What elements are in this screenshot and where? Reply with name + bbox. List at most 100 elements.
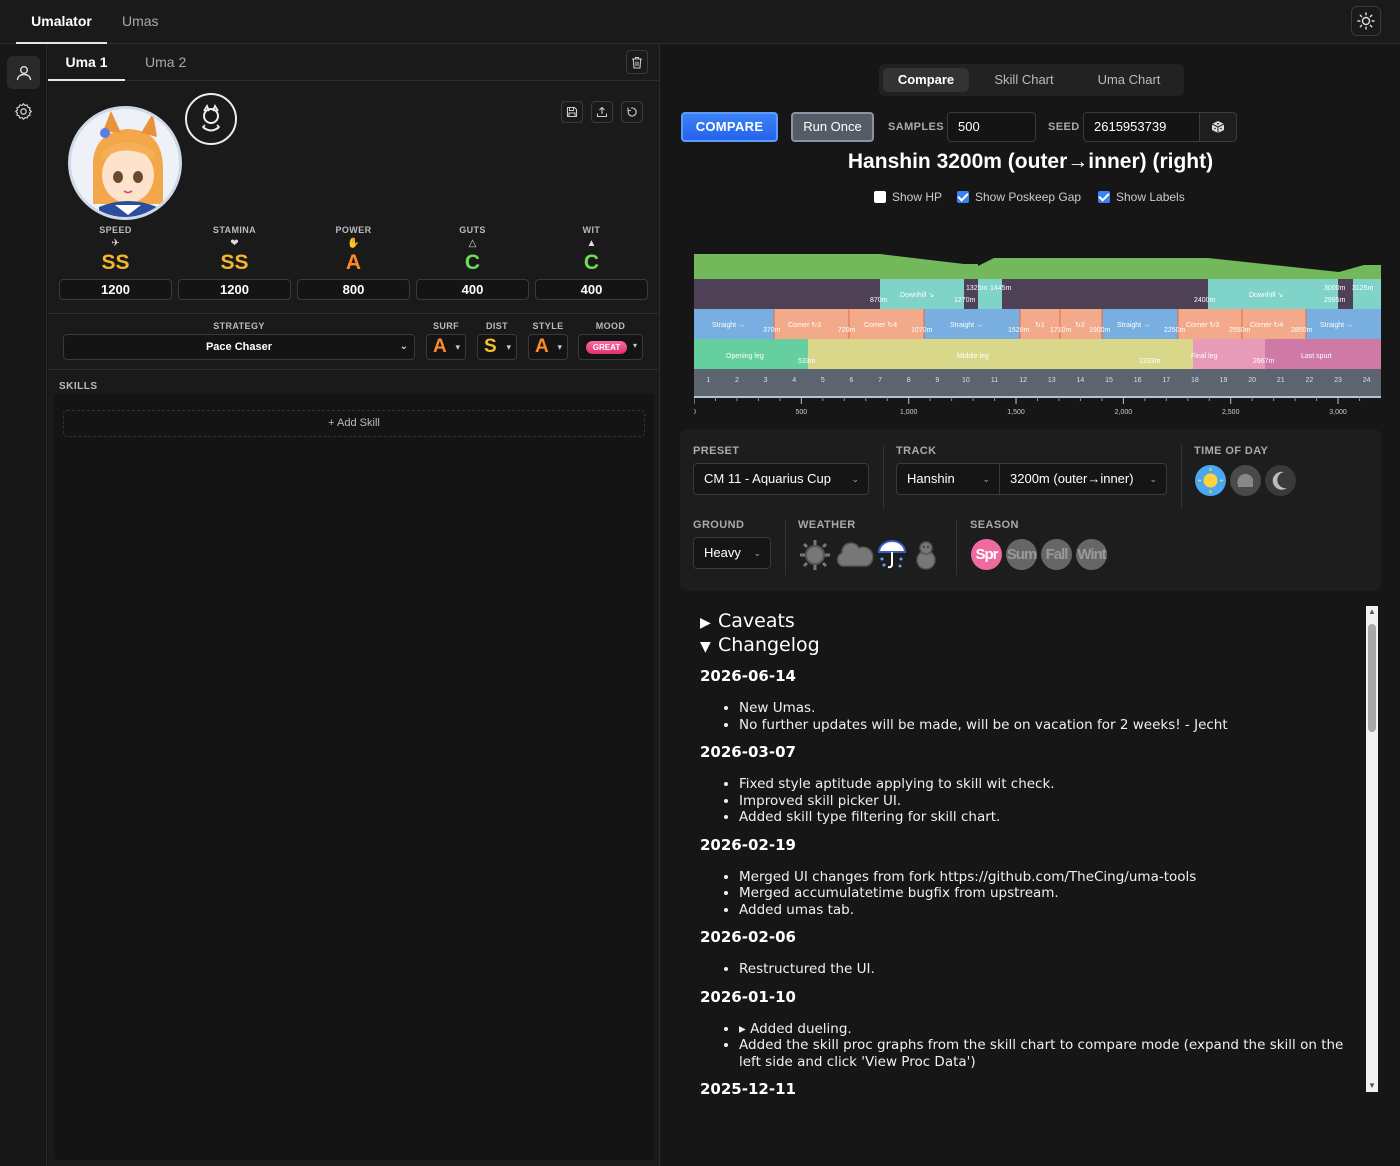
strategy-select[interactable]: Pace Chaser ⌄ <box>63 334 415 360</box>
cloud-icon <box>836 542 874 567</box>
tab-uma-chart[interactable]: Uma Chart <box>1081 68 1177 92</box>
changelog-date: 2026-02-19 <box>700 835 796 854</box>
course-label: 2550m <box>1229 327 1251 334</box>
scroll-down-icon[interactable]: ▼ <box>1366 1080 1378 1092</box>
surface-aptitude-select[interactable]: A ▾ <box>426 334 466 360</box>
power-input[interactable]: 800 <box>297 279 410 300</box>
surface-label: SURF <box>432 321 460 331</box>
wit-input[interactable]: 400 <box>535 279 648 300</box>
section-label: 10 <box>962 377 970 384</box>
checkbox-unchecked[interactable] <box>874 191 886 203</box>
stat-guts: GUTS △ C 400 <box>416 225 529 305</box>
side-rail <box>0 44 47 1166</box>
save-uma-button[interactable] <box>561 101 583 123</box>
changelog-item: Merged UI changes from fork https://gith… <box>739 869 1350 886</box>
time-night-button[interactable] <box>1265 465 1296 496</box>
section-label: 7 <box>878 377 882 384</box>
tab-umas[interactable]: Umas <box>122 0 159 44</box>
changelog-entry: 2026-02-06 Restructured the UI. <box>700 928 1350 978</box>
season-winter-button[interactable]: Wint <box>1076 539 1107 570</box>
time-day-button[interactable] <box>1195 465 1226 496</box>
run-once-button[interactable]: Run Once <box>791 112 874 142</box>
stamina-input[interactable]: 1200 <box>178 279 291 300</box>
chevron-down-icon: ⌄ <box>982 474 990 484</box>
caveats-summary[interactable]: ▶ Caveats <box>700 609 1350 633</box>
checkbox-checked[interactable] <box>1098 191 1110 203</box>
changelog-summary[interactable]: ▼ Changelog <box>700 633 1350 657</box>
randomize-seed-button[interactable] <box>1199 112 1237 142</box>
guts-input[interactable]: 400 <box>416 279 529 300</box>
course-select[interactable]: Hanshin ⌄ <box>896 463 1000 495</box>
show-labels-checkbox[interactable]: Show Labels <box>1098 190 1185 204</box>
time-evening-button[interactable] <box>1230 465 1261 496</box>
stat-grade: C <box>464 251 481 274</box>
season-summer-button[interactable]: Sum <box>1006 539 1037 570</box>
course-label: Corner ↻4 <box>1250 322 1283 329</box>
reset-uma-button[interactable] <box>621 101 643 123</box>
speed-input[interactable]: 1200 <box>59 279 172 300</box>
weather-cloudy-button[interactable] <box>834 539 874 571</box>
delete-uma-button[interactable] <box>626 50 648 74</box>
tab-compare[interactable]: Compare <box>883 68 969 92</box>
mood-select[interactable]: GREAT ▾ <box>578 334 643 360</box>
slope-label: 3000m <box>1324 285 1346 292</box>
save-icon <box>566 106 578 118</box>
weather-rainy-button[interactable] <box>876 537 908 571</box>
caret-right-icon: ▶ <box>700 615 711 631</box>
ground-select[interactable]: Heavy ⌄ <box>693 537 771 569</box>
compare-button[interactable]: COMPARE <box>681 112 778 142</box>
scrollbar-thumb[interactable] <box>1368 624 1376 732</box>
show-hp-checkbox[interactable]: Show HP <box>874 190 942 204</box>
add-skill-button[interactable]: + Add Skill <box>63 410 645 437</box>
style-aptitude-select[interactable]: A ▾ <box>528 334 568 360</box>
distance-label: DIST <box>485 321 509 331</box>
scroll-up-icon[interactable]: ▲ <box>1366 606 1378 618</box>
slope-label: 3125m <box>1352 285 1374 292</box>
section-label: 3 <box>764 377 768 384</box>
flame-icon: △ <box>468 238 477 249</box>
changelog-item: New Umas. <box>739 700 1350 717</box>
distance-aptitude-select[interactable]: S ▾ <box>477 334 517 360</box>
changelog-date: 2025-12-11 <box>700 1080 796 1094</box>
uma-portrait[interactable] <box>68 106 182 220</box>
course-label: 2250m <box>1164 327 1186 334</box>
stat-grade: SS <box>220 251 249 274</box>
distance-select[interactable]: 3200m (outer→inner) ⌄ <box>999 463 1167 495</box>
tab-uma-1[interactable]: Uma 1 <box>48 44 125 81</box>
seed-input[interactable]: 2615953739 <box>1083 112 1200 142</box>
tab-uma-2[interactable]: Uma 2 <box>145 44 186 81</box>
weather-snowy-button[interactable] <box>910 539 942 571</box>
section-label: 12 <box>1019 377 1027 384</box>
samples-input[interactable]: 500 <box>947 112 1036 142</box>
uma-select-button[interactable] <box>185 93 237 145</box>
axis-tick-label: 0 <box>694 409 696 416</box>
preset-select[interactable]: CM 11 - Aquarius Cup ⌄ <box>693 463 869 495</box>
elevation-profile <box>694 254 1381 279</box>
axis-tick-label: 1,500 <box>1007 409 1025 416</box>
section-label: 21 <box>1277 377 1285 384</box>
show-poskeep-gap-checkbox[interactable]: Show Poskeep Gap <box>957 190 1081 204</box>
grad-cap-icon: ▲ <box>586 238 597 249</box>
settings-nav-button[interactable] <box>7 95 40 128</box>
tab-umalator[interactable]: Umalator <box>16 0 107 44</box>
user-nav-button[interactable] <box>7 56 40 89</box>
changelog-scrollbar[interactable]: ▲ ▼ <box>1366 606 1378 1092</box>
export-uma-button[interactable] <box>591 101 613 123</box>
weather-label: WEATHER <box>798 519 856 531</box>
speed-icon: ✈ <box>111 238 120 249</box>
course-label: Corner ↻3 <box>788 322 821 329</box>
weather-sunny-button[interactable] <box>799 539 831 571</box>
tab-skill-chart[interactable]: Skill Chart <box>979 68 1069 92</box>
uma-tabs: Uma 1 Uma 2 <box>48 44 660 81</box>
checkbox-checked[interactable] <box>957 191 969 203</box>
theme-toggle-button[interactable] <box>1351 6 1381 36</box>
course-chart[interactable]: 1 2 3 4 5 6 7 8 9 10 11 12 13 14 15 16 17 18 19 20 21 22 23 24 … <box>694 252 1381 422</box>
changelog-entries: 2026-06-14 New Umas.No further updates wi… <box>700 667 1350 1094</box>
season-fall-button[interactable]: Fall <box>1041 539 1072 570</box>
distance-axis: 0 500 1,000 1,500 2,000 2,500 3,000 <box>694 397 1361 416</box>
stat-wit: WIT ▲ C 400 <box>535 225 648 305</box>
section-label: 1 <box>706 377 710 384</box>
style-grade: A <box>535 336 549 357</box>
season-spring-button[interactable]: Spr <box>971 539 1002 570</box>
changelog-entry: 2025-12-11 <box>700 1080 1350 1094</box>
